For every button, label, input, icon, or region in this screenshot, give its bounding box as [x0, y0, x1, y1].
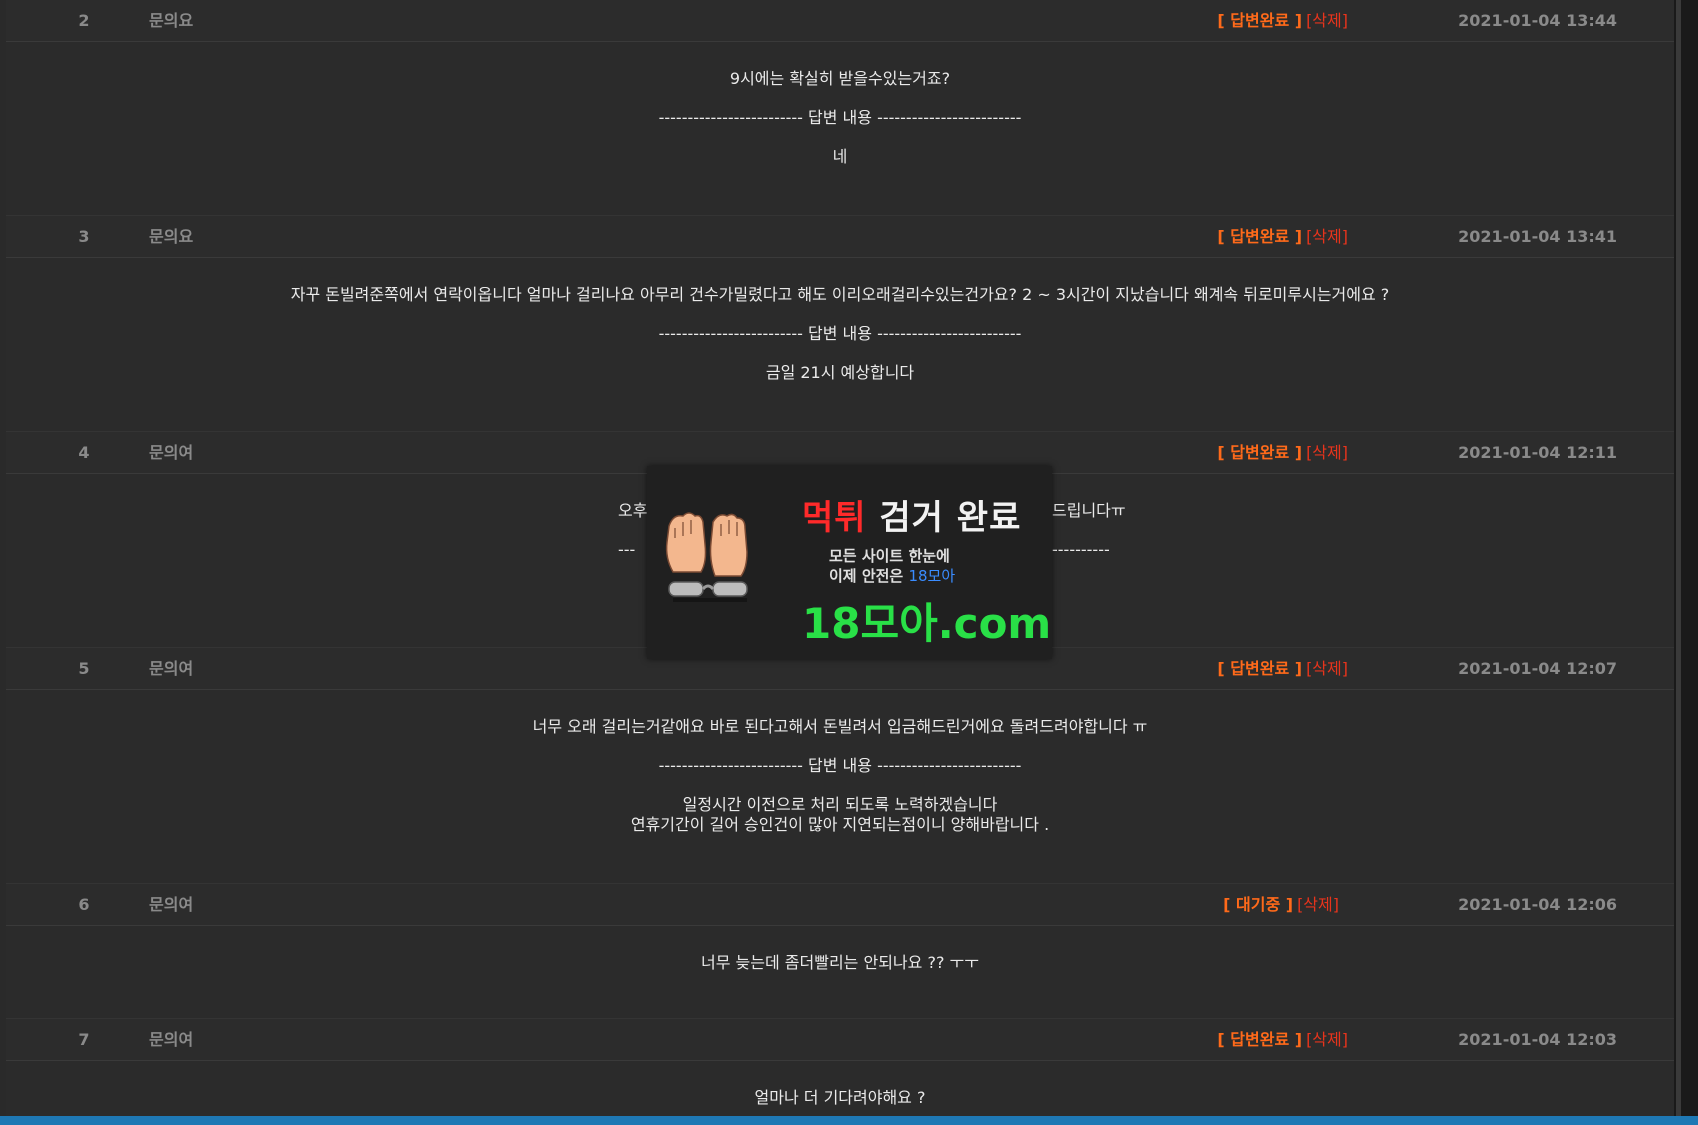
post-author: 문의여	[149, 895, 194, 914]
window-edge	[1674, 0, 1698, 1116]
status-answered: [ 답변완료 ]	[1217, 443, 1303, 462]
post-author: 문의여	[149, 659, 194, 678]
answer-separator: ------------------------- 답변 내용 --------…	[658, 756, 1022, 775]
post-header[interactable]: 7 문의여 [ 답변완료 ] [삭제] 2021-01-04 12:03	[6, 1019, 1674, 1061]
post-body: 9시에는 확실히 받을수있는거죠? ----------------------…	[6, 42, 1674, 216]
post-date: 2021-01-04 12:03	[1458, 1030, 1617, 1049]
post-date: 2021-01-04 12:11	[1458, 443, 1617, 462]
post-author: 문의요	[149, 11, 194, 30]
post-number: 7	[78, 1030, 90, 1049]
answer-text: 네	[832, 147, 848, 166]
post-number: 2	[78, 11, 90, 30]
status-waiting: [ 대기중 ]	[1223, 895, 1294, 914]
ad-title: 먹튀 검거 완료	[802, 498, 1022, 538]
post-header[interactable]: 6 문의여 [ 대기중 ] [삭제] 2021-01-04 12:06	[6, 884, 1674, 926]
status-answered: [ 답변완료 ]	[1217, 227, 1303, 246]
answer-separator: ------------------------- 답변 내용 --------…	[658, 324, 1022, 343]
handcuffed-hands-icon	[665, 512, 748, 602]
status-badge: [ 답변완료 ] [삭제]	[1217, 659, 1348, 679]
delete-link[interactable]: [삭제]	[1306, 1030, 1348, 1049]
post-date: 2021-01-04 12:07	[1458, 659, 1617, 678]
question-text: 너무 늦는데 좀더빨리는 안되나요 ?? ㅜㅜ	[701, 953, 979, 972]
question-text: 얼마나 더 기다려야해요 ?	[754, 1088, 926, 1107]
post-header[interactable]: 2 문의요 [ 답변완료 ] [삭제] 2021-01-04 13:44	[6, 0, 1674, 42]
status-badge: [ 답변완료 ] [삭제]	[1217, 443, 1348, 463]
question-text: 너무 오래 걸리는거같애요 바로 된다고해서 돈빌려서 입금해드린거에요 돌려드…	[532, 717, 1148, 736]
answer-text: 금일 21시 예상합니다	[765, 363, 915, 382]
scrollbar[interactable]	[1676, 0, 1681, 1116]
answer-text: 일정시간 이전으로 처리 되도록 노력하겠습니다	[682, 795, 998, 814]
post-author: 문의요	[149, 227, 194, 246]
post-number: 4	[78, 443, 90, 462]
post-number: 6	[78, 895, 90, 914]
status-badge: [ 답변완료 ] [삭제]	[1217, 1030, 1348, 1050]
ad-domain[interactable]: 18모아.com	[802, 590, 1051, 651]
taskbar-strip	[0, 1116, 1698, 1125]
delete-link[interactable]: [삭제]	[1306, 227, 1348, 246]
question-text: 9시에는 확실히 받을수있는거죠?	[729, 69, 951, 88]
status-answered: [ 답변완료 ]	[1217, 659, 1303, 678]
post-author: 문의여	[149, 1030, 194, 1049]
ad-line-1: 모든 사이트 한눈에	[829, 547, 950, 565]
post-author: 문의여	[149, 443, 194, 462]
delete-link[interactable]: [삭제]	[1306, 659, 1348, 678]
ad-line-2: 이제 안전은 18모아	[829, 567, 956, 585]
ad-subtitle: 모든 사이트 한눈에 이제 안전은 18모아	[829, 546, 955, 586]
ad-banner[interactable]: 먹튀 검거 완료 모든 사이트 한눈에 이제 안전은 18모아 18모아.com	[647, 466, 1052, 659]
post-number: 3	[78, 227, 90, 246]
question-text-partial: 드립니다ㅠ	[1052, 501, 1126, 520]
delete-link[interactable]: [삭제]	[1306, 11, 1348, 30]
status-answered: [ 답변완료 ]	[1217, 1030, 1303, 1049]
post-date: 2021-01-04 12:06	[1458, 895, 1617, 914]
status-badge: [ 답변완료 ] [삭제]	[1217, 11, 1348, 31]
question-text: 자꾸 돈빌려준쪽에서 연락이옵니다 얼마나 걸리나요 아무리 건수가밀렸다고 해…	[290, 285, 1390, 304]
answer-text: 연휴기간이 길어 승인건이 많아 지연되는점이니 양해바랍니다 .	[630, 815, 1050, 834]
post-body: 얼마나 더 기다려야해요 ?	[6, 1061, 1674, 1116]
status-badge: [ 답변완료 ] [삭제]	[1217, 227, 1348, 247]
answer-separator: ------------------------- 답변 내용 --------…	[658, 108, 1022, 127]
post-number: 5	[78, 659, 90, 678]
status-answered: [ 답변완료 ]	[1217, 11, 1303, 30]
delete-link[interactable]: [삭제]	[1306, 443, 1348, 462]
post-body: 자꾸 돈빌려준쪽에서 연락이옵니다 얼마나 걸리나요 아무리 건수가밀렸다고 해…	[6, 258, 1674, 432]
status-badge: [ 대기중 ] [삭제]	[1223, 895, 1339, 915]
post-header[interactable]: 3 문의요 [ 답변완료 ] [삭제] 2021-01-04 13:41	[6, 216, 1674, 258]
post-date: 2021-01-04 13:41	[1458, 227, 1617, 246]
post-body: 너무 오래 걸리는거같애요 바로 된다고해서 돈빌려서 입금해드린거에요 돌려드…	[6, 690, 1674, 884]
delete-link[interactable]: [삭제]	[1297, 895, 1339, 914]
post-date: 2021-01-04 13:44	[1458, 11, 1617, 30]
post-body: 너무 늦는데 좀더빨리는 안되나요 ?? ㅜㅜ	[6, 926, 1674, 1019]
question-text-partial: 오후	[618, 501, 648, 520]
